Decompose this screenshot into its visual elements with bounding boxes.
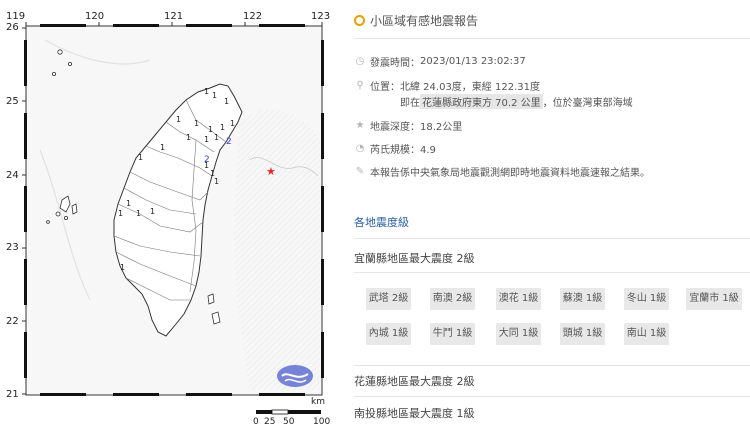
svg-text:1: 1 — [120, 263, 125, 272]
svg-text:1: 1 — [212, 91, 217, 100]
station-chip: 冬山 1級 — [624, 288, 669, 310]
magnitude-row: ◔ 芮氏規模：4.9 — [354, 141, 436, 156]
svg-text:1: 1 — [208, 125, 213, 134]
location-highlight: 花蓮縣政府東方 70.2 公里 — [420, 94, 543, 109]
clock-icon: ◷ — [355, 56, 365, 67]
divider — [354, 272, 750, 273]
svg-text:1: 1 — [160, 143, 165, 152]
report-note: 本報告係中央氣象局地震觀測網即時地震資料地震速報之結果。 — [370, 168, 650, 179]
svg-text:1: 1 — [194, 119, 199, 128]
divider — [354, 365, 750, 366]
svg-text:1: 1 — [126, 199, 131, 208]
station-chip: 頭城 1級 — [560, 323, 605, 345]
county-nantou-title[interactable]: 南投縣地區最大震度 1級 — [354, 405, 750, 421]
depth-row: ★ 地震深度：18.2公里 — [354, 118, 463, 133]
scale-label: 50 — [283, 417, 295, 427]
svg-text:2: 2 — [226, 137, 232, 147]
location-prefix: 即在 — [400, 98, 420, 109]
svg-text:1: 1 — [204, 135, 209, 144]
epicenter-star-icon: ★ — [266, 165, 276, 178]
svg-text:1: 1 — [214, 177, 219, 186]
origin-time-label: 發震時間： — [370, 58, 420, 69]
wrench-icon: ✎ — [355, 166, 365, 177]
svg-text:1: 1 — [150, 207, 155, 216]
scale-bar — [256, 409, 321, 415]
depth-value: 地震深度：18.2公里 — [370, 122, 463, 133]
svg-text:1: 1 — [138, 153, 143, 162]
svg-text:1: 1 — [186, 133, 191, 142]
svg-text:2: 2 — [204, 155, 210, 165]
seafloor-relief — [233, 109, 320, 390]
scale-label: 100 — [313, 417, 331, 427]
station-chip: 澳花 1級 — [496, 288, 541, 310]
station-chip: 宜蘭市 1級 — [686, 288, 742, 310]
svg-text:1: 1 — [176, 115, 181, 124]
station-chip: 武塔 2級 — [366, 288, 411, 310]
divider — [354, 396, 750, 397]
location-detail-row: 即在 花蓮縣政府東方 70.2 公里 ，位於臺灣東部海域 — [400, 94, 633, 109]
svg-text:1: 1 — [230, 119, 235, 128]
scale-unit: km — [311, 397, 325, 407]
svg-text:1: 1 — [136, 209, 141, 218]
station-chip: 牛鬥 1級 — [430, 323, 475, 345]
station-chip: 內城 1級 — [366, 323, 411, 345]
svg-text:1: 1 — [224, 97, 229, 106]
station-chip: 大同 1級 — [496, 323, 541, 345]
divider — [354, 38, 750, 39]
report-title: 小區域有感地震報告 — [370, 14, 479, 28]
location-coordinates: 位置：北緯 24.03度，東經 122.31度 — [370, 82, 540, 93]
scale-label: 0 — [253, 417, 259, 427]
star-icon: ★ — [355, 120, 365, 131]
cwb-logo-icon — [277, 365, 313, 387]
intensity-section-link[interactable]: 各地震度級 — [354, 214, 409, 230]
origin-time-row: ◷ 發震時間： 2023/01/13 23:02:37 — [354, 54, 526, 69]
report-panel: 小區域有感地震報告 ◷ 發震時間： 2023/01/13 23:02:37 ⚲ … — [350, 0, 750, 430]
county-yilan-title[interactable]: 宜蘭縣地區最大震度 2級 — [354, 250, 750, 266]
map-panel: 119 120 121 122 123 26 25 24 23 22 21 1 … — [0, 0, 335, 430]
origin-time-value: 2023/01/13 23:02:37 — [420, 56, 526, 67]
note-row: ✎ 本報告係中央氣象局地震觀測網即時地震資料地震速報之結果。 — [354, 164, 650, 179]
svg-text:1: 1 — [214, 133, 219, 142]
report-bullet-icon — [354, 15, 365, 26]
county-hualien-title[interactable]: 花蓮縣地區最大震度 2級 — [354, 373, 750, 389]
svg-text:1: 1 — [204, 87, 209, 96]
location-suffix: ，位於臺灣東部海域 — [542, 98, 633, 109]
station-chip: 南山 1級 — [624, 323, 669, 345]
location-row: ⚲ 位置：北緯 24.03度，東經 122.31度 — [354, 78, 540, 93]
svg-text:1: 1 — [118, 209, 123, 218]
magnitude-icon: ◔ — [355, 143, 365, 154]
map-svg: 1 11 1 11 1 1 111 11 111 11 1 1 1 22 ★ — [22, 22, 324, 415]
station-chip: 南澳 2級 — [430, 288, 475, 310]
svg-text:1: 1 — [220, 123, 225, 132]
magnitude-value: 芮氏規模：4.9 — [370, 145, 436, 156]
station-chip: 蘇澳 1級 — [560, 288, 605, 310]
report-title-row: 小區域有感地震報告 — [354, 12, 478, 29]
location-pin-icon: ⚲ — [356, 80, 364, 91]
scale-label: 25 — [264, 417, 276, 427]
divider — [354, 238, 750, 239]
